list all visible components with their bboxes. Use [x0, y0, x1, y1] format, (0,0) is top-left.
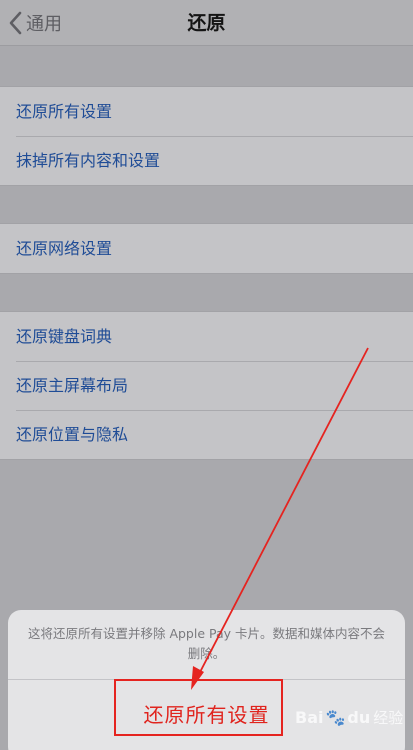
settings-group-2: 还原网络设置 [0, 223, 413, 274]
action-sheet-message: 这将还原所有设置并移除 Apple Pay 卡片。数据和媒体内容不会删除。 [27, 626, 386, 661]
watermark-brand-left: Bai [295, 707, 324, 727]
reset-home-screen-layout-item[interactable]: 还原主屏幕布局 [0, 361, 413, 410]
settings-group-1: 还原所有设置 抹掉所有内容和设置 [0, 86, 413, 186]
settings-group-3: 还原键盘词典 还原主屏幕布局 还原位置与隐私 [0, 311, 413, 460]
baidu-watermark: Bai 🐾 du 经验 [295, 703, 403, 731]
watermark-brand-right: 经验 [373, 708, 404, 727]
page-title: 还原 [187, 12, 226, 34]
reset-network-settings-item[interactable]: 还原网络设置 [0, 224, 413, 273]
navigation-bar: 通用 还原 [0, 0, 413, 46]
reset-all-settings-item[interactable]: 还原所有设置 [0, 87, 413, 136]
reset-keyboard-dictionary-item[interactable]: 还原键盘词典 [0, 312, 413, 361]
erase-all-content-item[interactable]: 抹掉所有内容和设置 [0, 136, 413, 185]
paw-icon: 🐾 [325, 707, 346, 727]
confirm-button-label: 还原所有设置 [143, 703, 270, 727]
watermark-paw-text: du [347, 707, 371, 727]
reset-location-privacy-item[interactable]: 还原位置与隐私 [0, 410, 413, 459]
